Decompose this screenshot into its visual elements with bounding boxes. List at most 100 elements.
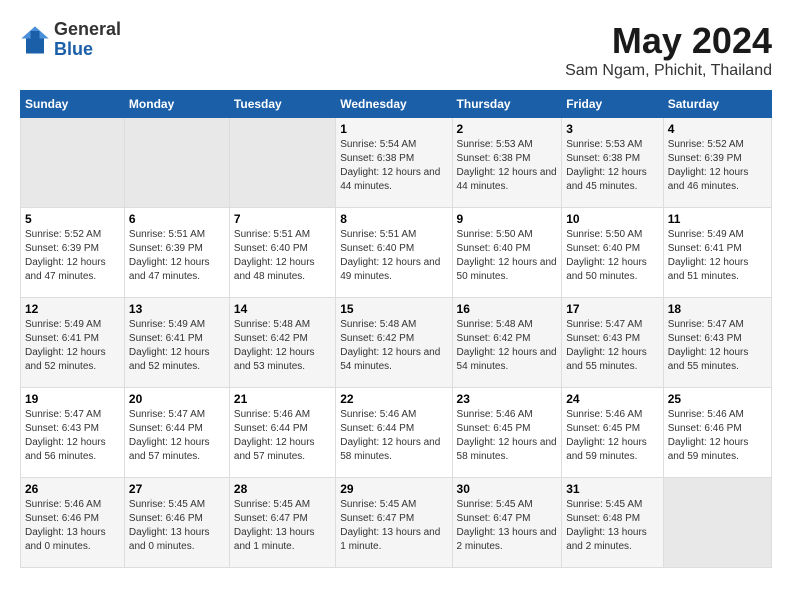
day-info: Sunrise: 5:51 AMSunset: 6:39 PMDaylight:…	[129, 228, 225, 284]
header-day-friday: Friday	[562, 91, 664, 118]
logo-text: General Blue	[54, 20, 121, 60]
calendar-cell: 25Sunrise: 5:46 AMSunset: 6:46 PMDayligh…	[663, 388, 771, 478]
day-number: 24	[566, 392, 659, 406]
day-number: 21	[234, 392, 331, 406]
day-number: 13	[129, 302, 225, 316]
day-info: Sunrise: 5:49 AMSunset: 6:41 PMDaylight:…	[668, 228, 767, 284]
day-number: 9	[457, 212, 558, 226]
day-number: 12	[25, 302, 120, 316]
header-day-tuesday: Tuesday	[229, 91, 335, 118]
day-number: 11	[668, 212, 767, 226]
calendar-cell: 13 Sunrise: 5:49 AMSunset: 6:41 PMDayligh…	[124, 298, 229, 388]
day-info: Sunrise: 5:53 AMSunset: 6:38 PMDaylight:…	[457, 138, 558, 194]
day-number: 22	[340, 392, 447, 406]
calendar-cell: 15 Sunrise: 5:48 AMSunset: 6:42 PMDayligh…	[336, 298, 452, 388]
calendar-cell: 6 Sunrise: 5:51 AMSunset: 6:39 PMDaylight…	[124, 208, 229, 298]
day-info: Sunrise: 5:53 AMSunset: 6:38 PMDaylight:…	[566, 138, 659, 194]
day-number: 10	[566, 212, 659, 226]
week-row-1: 5Sunrise: 5:52 AMSunset: 6:39 PMDaylight…	[21, 208, 772, 298]
logo: General Blue	[20, 20, 121, 60]
day-info: Sunrise: 5:48 AMSunset: 6:42 PMDaylight:…	[234, 318, 331, 374]
day-number: 25	[668, 392, 767, 406]
logo-icon	[20, 25, 50, 55]
header-day-monday: Monday	[124, 91, 229, 118]
day-number: 28	[234, 482, 331, 496]
day-number: 26	[25, 482, 120, 496]
week-row-0: 1 Sunrise: 5:54 AMSunset: 6:38 PMDaylight…	[21, 118, 772, 208]
day-info: Sunrise: 5:54 AMSunset: 6:38 PMDaylight:…	[340, 138, 447, 194]
header-day-thursday: Thursday	[452, 91, 562, 118]
calendar-cell: 3Sunrise: 5:53 AMSunset: 6:38 PMDaylight…	[562, 118, 664, 208]
day-number: 4	[668, 122, 767, 136]
day-number: 1	[340, 122, 447, 136]
day-number: 14	[234, 302, 331, 316]
day-info: Sunrise: 5:46 AMSunset: 6:44 PMDaylight:…	[234, 408, 331, 464]
calendar-cell: 1 Sunrise: 5:54 AMSunset: 6:38 PMDaylight…	[336, 118, 452, 208]
day-info: Sunrise: 5:45 AMSunset: 6:48 PMDaylight:…	[566, 498, 659, 554]
calendar-cell: 21 Sunrise: 5:46 AMSunset: 6:44 PMDayligh…	[229, 388, 335, 478]
header: General Blue May 2024 Sam Ngam, Phichit,…	[20, 20, 772, 80]
header-day-sunday: Sunday	[21, 91, 125, 118]
calendar-cell: 14 Sunrise: 5:48 AMSunset: 6:42 PMDayligh…	[229, 298, 335, 388]
day-number: 29	[340, 482, 447, 496]
day-number: 15	[340, 302, 447, 316]
calendar-cell	[229, 118, 335, 208]
calendar-cell: 12 Sunrise: 5:49 AMSunset: 6:41 PMDayligh…	[21, 298, 125, 388]
day-number: 7	[234, 212, 331, 226]
calendar-cell: 26 Sunrise: 5:46 AMSunset: 6:46 PMDayligh…	[21, 478, 125, 568]
day-info: Sunrise: 5:46 AMSunset: 6:46 PMDaylight:…	[25, 498, 120, 554]
calendar-cell: 9 Sunrise: 5:50 AMSunset: 6:40 PMDaylight…	[452, 208, 562, 298]
week-row-3: 19Sunrise: 5:47 AMSunset: 6:43 PMDayligh…	[21, 388, 772, 478]
day-info: Sunrise: 5:46 AMSunset: 6:45 PMDaylight:…	[457, 408, 558, 464]
calendar-cell: 4 Sunrise: 5:52 AMSunset: 6:39 PMDaylight…	[663, 118, 771, 208]
logo-blue-text: Blue	[54, 40, 121, 60]
day-number: 8	[340, 212, 447, 226]
day-info: Sunrise: 5:45 AMSunset: 6:47 PMDaylight:…	[340, 498, 447, 554]
calendar-cell: 17 Sunrise: 5:47 AMSunset: 6:43 PMDayligh…	[562, 298, 664, 388]
calendar-cell	[124, 118, 229, 208]
day-info: Sunrise: 5:48 AMSunset: 6:42 PMDaylight:…	[340, 318, 447, 374]
calendar-cell: 20Sunrise: 5:47 AMSunset: 6:44 PMDayligh…	[124, 388, 229, 478]
day-info: Sunrise: 5:46 AMSunset: 6:45 PMDaylight:…	[566, 408, 659, 464]
calendar-table: SundayMondayTuesdayWednesdayThursdayFrid…	[20, 90, 772, 568]
logo-general-text: General	[54, 20, 121, 40]
day-number: 6	[129, 212, 225, 226]
calendar-cell: 7 Sunrise: 5:51 AMSunset: 6:40 PMDaylight…	[229, 208, 335, 298]
day-info: Sunrise: 5:50 AMSunset: 6:40 PMDaylight:…	[457, 228, 558, 284]
calendar-cell: 29 Sunrise: 5:45 AMSunset: 6:47 PMDayligh…	[336, 478, 452, 568]
calendar-cell: 28 Sunrise: 5:45 AMSunset: 6:47 PMDayligh…	[229, 478, 335, 568]
calendar-cell: 10Sunrise: 5:50 AMSunset: 6:40 PMDayligh…	[562, 208, 664, 298]
calendar-cell: 11 Sunrise: 5:49 AMSunset: 6:41 PMDayligh…	[663, 208, 771, 298]
day-info: Sunrise: 5:45 AMSunset: 6:46 PMDaylight:…	[129, 498, 225, 554]
page-container: General Blue May 2024 Sam Ngam, Phichit,…	[20, 20, 772, 568]
day-info: Sunrise: 5:51 AMSunset: 6:40 PMDaylight:…	[234, 228, 331, 284]
calendar-cell: 31 Sunrise: 5:45 AMSunset: 6:48 PMDayligh…	[562, 478, 664, 568]
day-info: Sunrise: 5:49 AMSunset: 6:41 PMDaylight:…	[129, 318, 225, 374]
day-info: Sunrise: 5:45 AMSunset: 6:47 PMDaylight:…	[234, 498, 331, 554]
day-number: 27	[129, 482, 225, 496]
day-number: 2	[457, 122, 558, 136]
day-number: 31	[566, 482, 659, 496]
day-info: Sunrise: 5:52 AMSunset: 6:39 PMDaylight:…	[668, 138, 767, 194]
title-section: May 2024 Sam Ngam, Phichit, Thailand	[565, 20, 772, 80]
calendar-cell: 16Sunrise: 5:48 AMSunset: 6:42 PMDayligh…	[452, 298, 562, 388]
calendar-cell: 24 Sunrise: 5:46 AMSunset: 6:45 PMDayligh…	[562, 388, 664, 478]
subtitle: Sam Ngam, Phichit, Thailand	[565, 62, 772, 80]
day-info: Sunrise: 5:48 AMSunset: 6:42 PMDaylight:…	[457, 318, 558, 374]
day-info: Sunrise: 5:46 AMSunset: 6:44 PMDaylight:…	[340, 408, 447, 464]
header-day-saturday: Saturday	[663, 91, 771, 118]
calendar-cell: 5Sunrise: 5:52 AMSunset: 6:39 PMDaylight…	[21, 208, 125, 298]
day-number: 17	[566, 302, 659, 316]
calendar-cell: 8Sunrise: 5:51 AMSunset: 6:40 PMDaylight…	[336, 208, 452, 298]
day-number: 19	[25, 392, 120, 406]
calendar-cell: 22 Sunrise: 5:46 AMSunset: 6:44 PMDayligh…	[336, 388, 452, 478]
week-row-2: 12 Sunrise: 5:49 AMSunset: 6:41 PMDayligh…	[21, 298, 772, 388]
day-info: Sunrise: 5:47 AMSunset: 6:43 PMDaylight:…	[566, 318, 659, 374]
day-number: 20	[129, 392, 225, 406]
day-number: 18	[668, 302, 767, 316]
main-title: May 2024	[565, 20, 772, 62]
calendar-cell: 18Sunrise: 5:47 AMSunset: 6:43 PMDayligh…	[663, 298, 771, 388]
week-row-4: 26 Sunrise: 5:46 AMSunset: 6:46 PMDayligh…	[21, 478, 772, 568]
day-info: Sunrise: 5:49 AMSunset: 6:41 PMDaylight:…	[25, 318, 120, 374]
header-day-wednesday: Wednesday	[336, 91, 452, 118]
